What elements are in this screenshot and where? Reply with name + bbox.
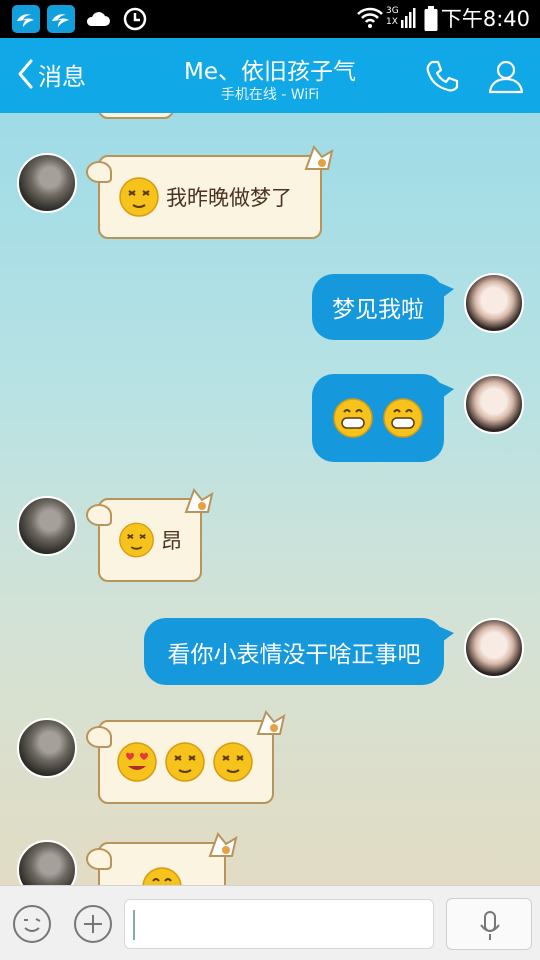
- grin-face-icon: [142, 867, 182, 885]
- message-list[interactable]: 我昨晚做梦了 梦见我啦 昂 看你小表情没干啥正事吧: [0, 113, 540, 885]
- user-avatar[interactable]: [464, 618, 524, 678]
- grin-face-icon: [333, 398, 373, 438]
- previous-message-edge: [98, 113, 174, 119]
- wifi-icon: [356, 6, 384, 34]
- message-bubble-received[interactable]: [86, 709, 286, 804]
- qq-notification-icon: [12, 5, 40, 33]
- microphone-icon: [480, 911, 500, 940]
- sleepy-face-icon: [119, 522, 154, 558]
- smiley-icon: [24, 918, 41, 932]
- cat-ear-decoration-icon: [256, 709, 286, 735]
- battery-icon: [424, 6, 438, 36]
- contact-avatar[interactable]: [17, 153, 77, 213]
- contact-avatar[interactable]: [17, 496, 77, 556]
- cloud-icon: [84, 5, 112, 33]
- grin-face-icon: [383, 398, 423, 438]
- sleepy-face-icon: [165, 742, 205, 782]
- text-caret: [133, 910, 135, 940]
- message-text: 看你小表情没干啥正事吧: [167, 641, 421, 668]
- message-bubble-sent[interactable]: 梦见我啦: [312, 274, 454, 340]
- cat-ear-decoration-icon: [304, 144, 334, 170]
- add-button[interactable]: [74, 905, 112, 943]
- user-avatar[interactable]: [464, 374, 524, 434]
- status-bar: 3G 1X 下午8:40: [0, 0, 540, 38]
- plus-icon: [84, 915, 102, 933]
- message-text: 我昨晚做梦了: [166, 186, 292, 210]
- message-bubble-received[interactable]: 我昨晚做梦了: [86, 144, 334, 239]
- phone-icon: [426, 60, 459, 92]
- profile-button[interactable]: [486, 56, 526, 96]
- chat-header: 消息 Me、依旧孩子气 手机在线 - WiFi: [0, 38, 540, 113]
- input-bar: [0, 885, 540, 960]
- network-type-label: 3G 1X: [386, 6, 399, 28]
- message-bubble-received[interactable]: [86, 831, 238, 885]
- message-text: 昂: [161, 529, 182, 553]
- net-3g-label: 3G: [386, 6, 399, 16]
- message-bubble-sent[interactable]: 看你小表情没干啥正事吧: [144, 618, 454, 685]
- message-bubble-sent[interactable]: [312, 374, 454, 462]
- person-icon: [488, 60, 524, 94]
- user-avatar[interactable]: [464, 273, 524, 333]
- emoji-button[interactable]: [13, 905, 51, 943]
- signal-icon: [400, 6, 416, 34]
- contact-avatar[interactable]: [17, 718, 77, 778]
- net-1x-label: 1X: [386, 17, 398, 27]
- message-text: 梦见我啦: [332, 297, 424, 323]
- cat-ear-decoration-icon: [184, 487, 214, 513]
- voice-button[interactable]: [446, 898, 532, 950]
- heart-eyes-face-icon: [117, 742, 157, 782]
- sync-icon: [121, 5, 149, 33]
- sleepy-face-icon: [119, 177, 159, 217]
- message-bubble-received[interactable]: 昂: [86, 487, 214, 582]
- clock: 下午8:40: [440, 7, 530, 31]
- sleepy-face-icon: [213, 742, 253, 782]
- cat-ear-decoration-icon: [208, 831, 238, 857]
- qq-notification-icon: [47, 5, 75, 33]
- contact-avatar[interactable]: [17, 840, 77, 885]
- message-input[interactable]: [124, 899, 434, 949]
- call-button[interactable]: [422, 56, 462, 96]
